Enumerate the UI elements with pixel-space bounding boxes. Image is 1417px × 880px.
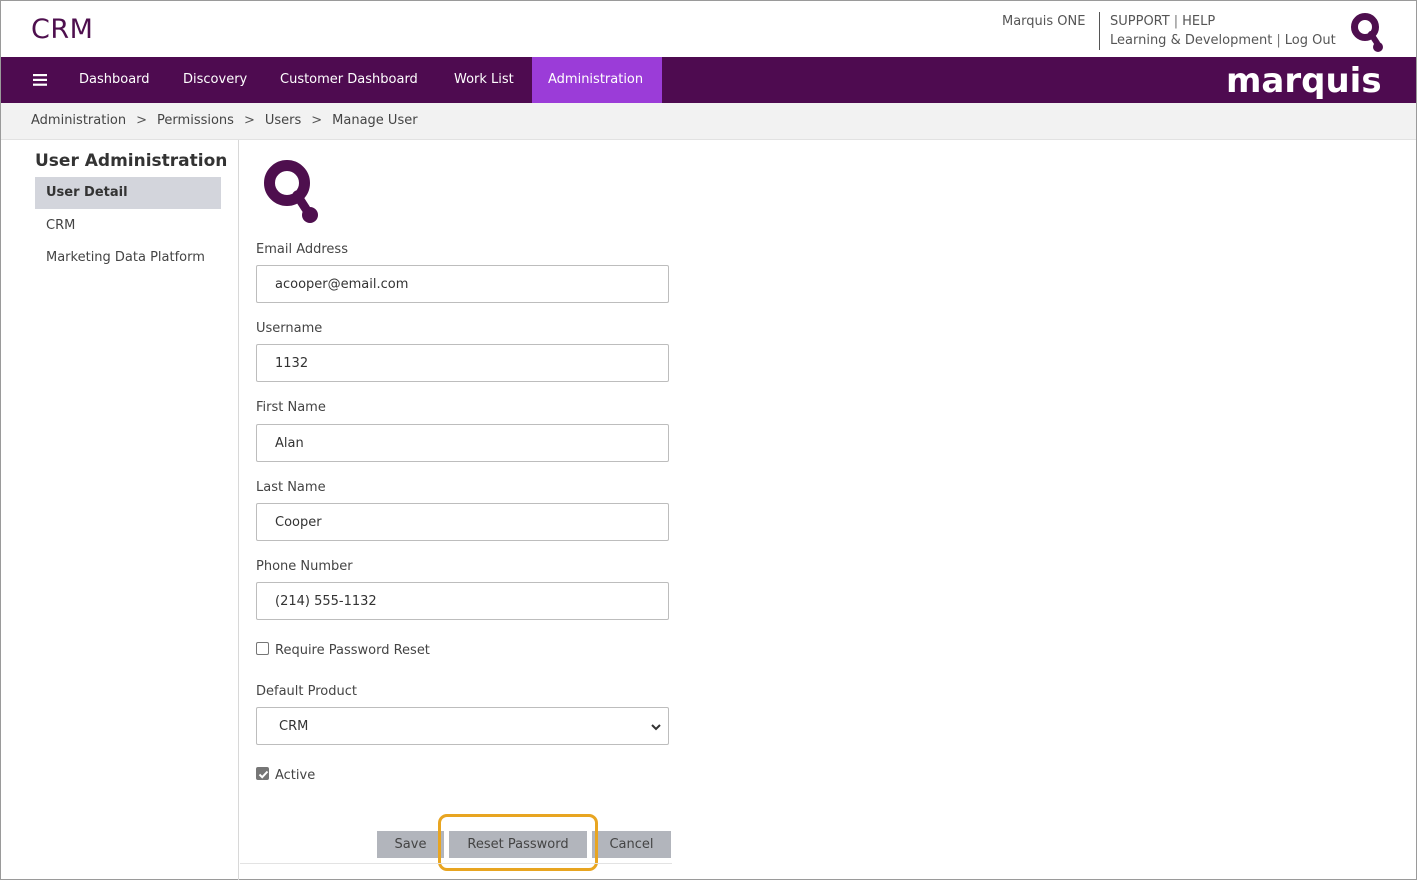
hamburger-icon[interactable] [29, 69, 51, 91]
username-label: Username [256, 321, 323, 336]
header-links-row2: Learning & Development | Log Out [1110, 33, 1336, 48]
sidebar-item-marketing-data-platform[interactable]: Marketing Data Platform [35, 242, 221, 274]
breadcrumb-separator: > [311, 113, 323, 128]
breadcrumb-separator: > [243, 113, 255, 128]
marquis-q-icon [264, 160, 318, 223]
default-product-label: Default Product [256, 684, 357, 699]
breadcrumb-separator: > [136, 113, 148, 128]
first-name-label: First Name [256, 400, 326, 415]
header-divider [1099, 12, 1100, 50]
checkmark-icon [258, 770, 269, 779]
chevron-down-icon [651, 724, 661, 731]
nav-discovery[interactable]: Discovery [167, 57, 263, 103]
learning-development-link[interactable]: Learning & Development [1110, 33, 1272, 48]
save-button[interactable]: Save [377, 831, 444, 858]
support-link[interactable]: SUPPORT [1110, 14, 1170, 29]
default-product-select[interactable]: CRM [256, 707, 669, 745]
marquis-brand-logo: marquis [1226, 61, 1382, 101]
require-password-reset-checkbox[interactable] [256, 642, 269, 655]
marquis-one-link[interactable]: Marquis ONE [1002, 14, 1085, 29]
email-field[interactable] [256, 265, 669, 303]
nav-work-list[interactable]: Work List [438, 57, 530, 103]
link-separator: | [1276, 33, 1281, 48]
app-title: CRM [31, 14, 94, 45]
active-label: Active [275, 768, 316, 783]
breadcrumb-permissions[interactable]: Permissions [157, 113, 234, 128]
nav-dashboard[interactable]: Dashboard [63, 57, 166, 103]
header-links-row1: SUPPORT | HELP [1110, 14, 1215, 29]
breadcrumb-bar: Administration > Permissions > Users > Manage … [1, 103, 1416, 140]
sidebar: User Administration User Detail CRM Mark… [1, 140, 239, 880]
marquis-q-icon [1351, 13, 1383, 52]
nav-administration[interactable]: Administration [532, 57, 662, 103]
help-link[interactable]: HELP [1182, 14, 1215, 29]
sidebar-item-crm[interactable]: CRM [35, 210, 221, 242]
breadcrumb-administration[interactable]: Administration [31, 113, 126, 128]
main-navbar: Dashboard Discovery Customer Dashboard W… [1, 57, 1416, 103]
top-header: CRM Marquis ONE SUPPORT | HELP Learning & … [1, 1, 1416, 57]
require-password-reset-label: Require Password Reset [275, 643, 430, 658]
nav-customer-dashboard[interactable]: Customer Dashboard [264, 57, 434, 103]
breadcrumb-users[interactable]: Users [265, 113, 301, 128]
breadcrumb-manage-user: Manage User [332, 113, 418, 128]
phone-field[interactable] [256, 582, 669, 620]
active-checkbox[interactable] [256, 767, 269, 780]
last-name-label: Last Name [256, 480, 326, 495]
default-product-value: CRM [279, 719, 309, 734]
cancel-button[interactable]: Cancel [592, 831, 671, 858]
phone-label: Phone Number [256, 559, 353, 574]
last-name-field[interactable] [256, 503, 669, 541]
first-name-field[interactable] [256, 424, 669, 462]
sidebar-title: User Administration [35, 151, 228, 171]
sidebar-item-user-detail[interactable]: User Detail [35, 177, 221, 209]
breadcrumb: Administration > Permissions > Users > Manage … [31, 113, 418, 128]
username-field[interactable] [256, 344, 669, 382]
email-label: Email Address [256, 242, 348, 257]
logout-link[interactable]: Log Out [1285, 33, 1336, 48]
form-bottom-divider [240, 863, 672, 864]
link-separator: | [1173, 14, 1179, 29]
